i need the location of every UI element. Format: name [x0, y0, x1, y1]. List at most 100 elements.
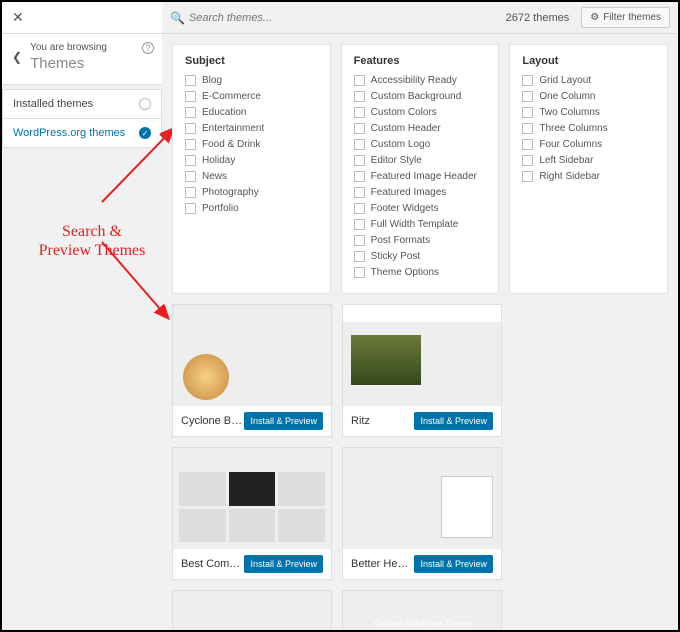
- checkbox-label: Accessibility Ready: [371, 75, 457, 86]
- filter-checkbox[interactable]: Two Columns: [522, 107, 655, 118]
- search-input[interactable]: [189, 12, 389, 24]
- filter-checkbox[interactable]: Holiday: [185, 155, 318, 166]
- close-icon[interactable]: ✕: [12, 9, 24, 26]
- filter-checkbox[interactable]: Custom Logo: [354, 139, 487, 150]
- filter-title: Features: [354, 55, 487, 67]
- install-preview-button[interactable]: Install & Preview: [244, 555, 323, 573]
- checkbox-label: Right Sidebar: [539, 171, 600, 182]
- install-preview-button[interactable]: Install & Preview: [414, 555, 493, 573]
- checkbox-icon: [522, 107, 533, 118]
- checkbox-label: Education: [202, 107, 246, 118]
- checkbox-label: Editor Style: [371, 155, 422, 166]
- checkbox-label: Post Formats: [371, 235, 430, 246]
- filter-checkbox[interactable]: Left Sidebar: [522, 155, 655, 166]
- filter-checkbox[interactable]: Four Columns: [522, 139, 655, 150]
- theme-name: Ritz: [351, 415, 370, 427]
- filter-checkbox[interactable]: Education: [185, 107, 318, 118]
- filter-checkbox[interactable]: Custom Colors: [354, 107, 487, 118]
- filter-checkbox[interactable]: Entertainment: [185, 123, 318, 134]
- checkbox-label: Featured Images: [371, 187, 447, 198]
- theme-thumbnail: [173, 591, 331, 630]
- topbar: 🔍 2672 themes ⚙ Filter themes: [162, 2, 678, 34]
- checkbox-label: News: [202, 171, 227, 182]
- filter-checkbox[interactable]: Theme Options: [354, 267, 487, 278]
- filter-checkbox[interactable]: Photography: [185, 187, 318, 198]
- filter-checkbox[interactable]: Featured Image Header: [354, 171, 487, 182]
- filter-checkbox[interactable]: Grid Layout: [522, 75, 655, 86]
- checkbox-icon: [354, 187, 365, 198]
- theme-name: Best Commerce: [181, 558, 244, 570]
- sidebar-item-label: WordPress.org themes: [13, 127, 125, 139]
- filter-checkbox[interactable]: Three Columns: [522, 123, 655, 134]
- filter-checkbox[interactable]: Accessibility Ready: [354, 75, 487, 86]
- filter-checkbox[interactable]: Custom Header: [354, 123, 487, 134]
- back-icon[interactable]: ❮: [12, 50, 22, 64]
- theme-thumbnail: [173, 305, 331, 405]
- checkbox-label: Three Columns: [539, 123, 607, 134]
- filter-checkbox[interactable]: Post Formats: [354, 235, 487, 246]
- filter-button-label: Filter themes: [603, 12, 661, 23]
- filter-checkbox[interactable]: Right Sidebar: [522, 171, 655, 182]
- filter-checkbox[interactable]: One Column: [522, 91, 655, 102]
- filter-checkbox[interactable]: Editor Style: [354, 155, 487, 166]
- filter-checkbox[interactable]: Footer Widgets: [354, 203, 487, 214]
- filter-checkbox[interactable]: News: [185, 171, 318, 182]
- checkbox-icon: [522, 75, 533, 86]
- checkbox-icon: [522, 171, 533, 182]
- checkbox-icon: [185, 91, 196, 102]
- checkbox-label: Custom Background: [371, 91, 462, 102]
- checkbox-icon: [354, 219, 365, 230]
- checkbox-icon: [185, 107, 196, 118]
- checkbox-label: Footer Widgets: [371, 203, 439, 214]
- filter-panels: Subject BlogE-CommerceEducationEntertain…: [162, 34, 678, 304]
- filter-features: Features Accessibility Ready Custom Backg…: [341, 44, 500, 294]
- checkbox-label: Featured Image Header: [371, 171, 477, 182]
- filter-checkbox[interactable]: Custom Background: [354, 91, 487, 102]
- theme-card[interactable]: Optimal WordPress ThemeOptimalInstall & …: [342, 590, 502, 630]
- filter-themes-button[interactable]: ⚙ Filter themes: [581, 7, 670, 28]
- filter-checkbox[interactable]: Full Width Template: [354, 219, 487, 230]
- checkbox-label: Sticky Post: [371, 251, 420, 262]
- help-icon[interactable]: ?: [142, 42, 154, 54]
- theme-thumbnail: [343, 448, 501, 548]
- theme-card[interactable]: Cyclone BlogInstall & Preview: [172, 304, 332, 437]
- install-preview-button[interactable]: Install & Preview: [414, 412, 493, 430]
- theme-thumbnail: [173, 448, 331, 548]
- filter-title: Layout: [522, 55, 655, 67]
- checkbox-icon: [522, 123, 533, 134]
- checkbox-label: Portfolio: [202, 203, 239, 214]
- filter-checkbox[interactable]: Sticky Post: [354, 251, 487, 262]
- checkbox-icon: [354, 251, 365, 262]
- sidebar-item-label: Installed themes: [13, 98, 93, 110]
- checkbox-label: Theme Options: [371, 267, 439, 278]
- theme-card[interactable]: FashionPointInstall & Preview: [172, 590, 332, 630]
- filter-layout: Layout Grid Layout One Column Two Columns T…: [509, 44, 668, 294]
- filter-checkbox[interactable]: Featured Images: [354, 187, 487, 198]
- checkbox-icon: [354, 203, 365, 214]
- search-icon: 🔍: [170, 11, 185, 25]
- checkbox-icon: [185, 139, 196, 150]
- theme-card[interactable]: Ritz Install & Preview: [342, 304, 502, 437]
- filter-checkbox[interactable]: Portfolio: [185, 203, 318, 214]
- checkbox-icon: [185, 203, 196, 214]
- checkbox-icon: [354, 267, 365, 278]
- theme-thumbnail: [343, 305, 501, 405]
- checkbox-icon: [354, 139, 365, 150]
- theme-name: Cyclone Blog: [181, 415, 244, 427]
- theme-card[interactable]: Best CommerceInstall & Preview: [172, 447, 332, 580]
- sidebar-item-installed[interactable]: Installed themes: [2, 89, 162, 119]
- filter-checkbox[interactable]: Blog: [185, 75, 318, 86]
- radio-checked-icon: ✓: [139, 127, 151, 139]
- theme-card[interactable]: Better HealthInstall & Preview: [342, 447, 502, 580]
- filter-subject: Subject BlogE-CommerceEducationEntertain…: [172, 44, 331, 294]
- filter-checkbox[interactable]: E-Commerce: [185, 91, 318, 102]
- checkbox-icon: [522, 91, 533, 102]
- install-preview-button[interactable]: Install & Preview: [244, 412, 323, 430]
- filter-checkbox[interactable]: Food & Drink: [185, 139, 318, 150]
- checkbox-icon: [354, 107, 365, 118]
- browsing-label: You are browsing: [30, 42, 152, 53]
- sidebar-item-wporg[interactable]: WordPress.org themes ✓: [2, 119, 162, 148]
- checkbox-icon: [185, 123, 196, 134]
- checkbox-icon: [522, 139, 533, 150]
- checkbox-label: Custom Header: [371, 123, 441, 134]
